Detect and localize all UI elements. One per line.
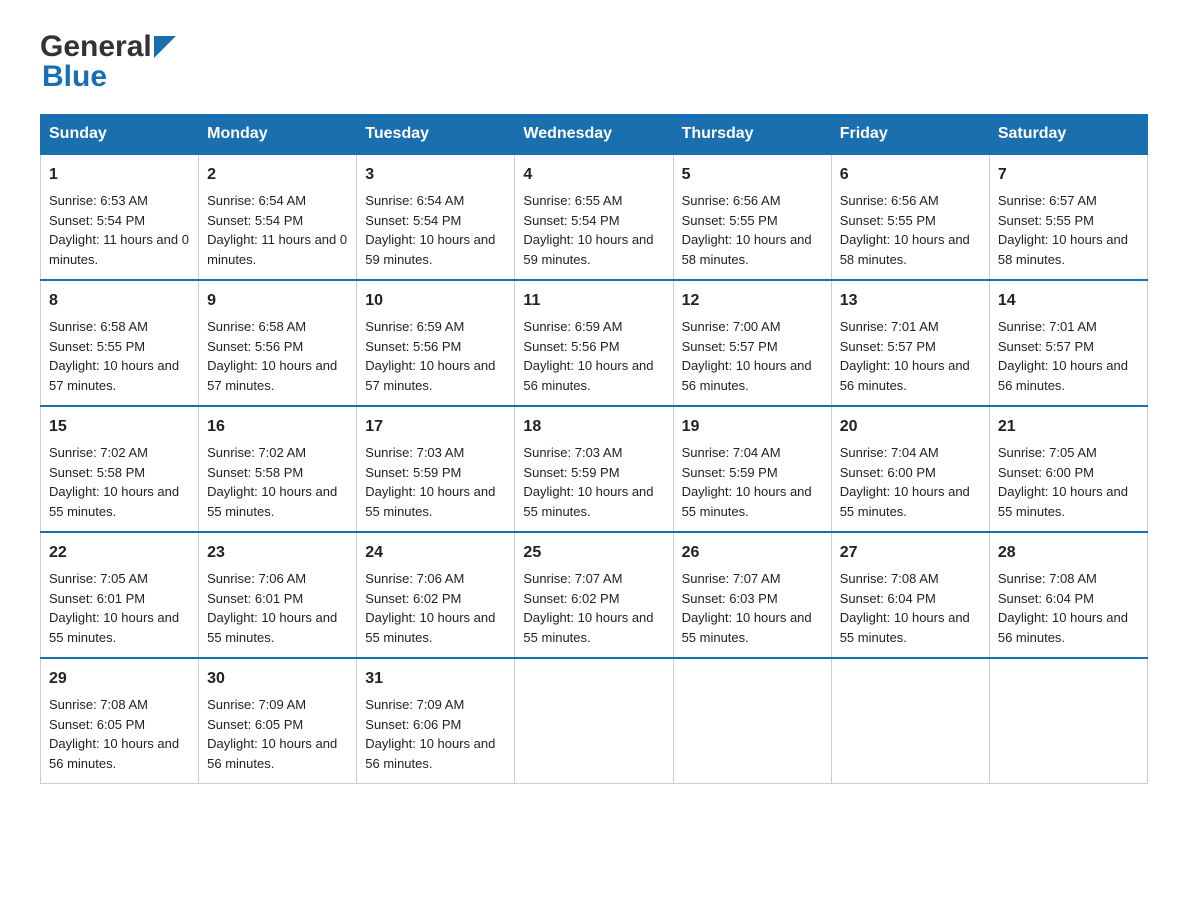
calendar-day-cell: 4Sunrise: 6:55 AMSunset: 5:54 PMDaylight…: [515, 154, 673, 280]
day-number: 29: [49, 667, 190, 691]
calendar-day-cell: 21Sunrise: 7:05 AMSunset: 6:00 PMDayligh…: [989, 406, 1147, 532]
col-header-saturday: Saturday: [989, 115, 1147, 155]
day-number: 7: [998, 163, 1139, 187]
empty-cell: [515, 658, 673, 784]
calendar-week-row: 22Sunrise: 7:05 AMSunset: 6:01 PMDayligh…: [41, 532, 1148, 658]
col-header-thursday: Thursday: [673, 115, 831, 155]
day-number: 6: [840, 163, 981, 187]
day-number: 21: [998, 415, 1139, 439]
day-number: 27: [840, 541, 981, 565]
page-header: General Blue: [40, 30, 1148, 94]
col-header-wednesday: Wednesday: [515, 115, 673, 155]
empty-cell: [673, 658, 831, 784]
day-number: 12: [682, 289, 823, 313]
calendar-day-cell: 10Sunrise: 6:59 AMSunset: 5:56 PMDayligh…: [357, 280, 515, 406]
calendar-day-cell: 8Sunrise: 6:58 AMSunset: 5:55 PMDaylight…: [41, 280, 199, 406]
col-header-monday: Monday: [199, 115, 357, 155]
calendar-day-cell: 30Sunrise: 7:09 AMSunset: 6:05 PMDayligh…: [199, 658, 357, 784]
calendar-week-row: 8Sunrise: 6:58 AMSunset: 5:55 PMDaylight…: [41, 280, 1148, 406]
day-number: 9: [207, 289, 348, 313]
calendar-day-cell: 24Sunrise: 7:06 AMSunset: 6:02 PMDayligh…: [357, 532, 515, 658]
day-number: 26: [682, 541, 823, 565]
calendar-table: SundayMondayTuesdayWednesdayThursdayFrid…: [40, 114, 1148, 784]
calendar-day-cell: 15Sunrise: 7:02 AMSunset: 5:58 PMDayligh…: [41, 406, 199, 532]
day-number: 19: [682, 415, 823, 439]
calendar-week-row: 1Sunrise: 6:53 AMSunset: 5:54 PMDaylight…: [41, 154, 1148, 280]
calendar-day-cell: 16Sunrise: 7:02 AMSunset: 5:58 PMDayligh…: [199, 406, 357, 532]
col-header-sunday: Sunday: [41, 115, 199, 155]
calendar-week-row: 29Sunrise: 7:08 AMSunset: 6:05 PMDayligh…: [41, 658, 1148, 784]
calendar-day-cell: 14Sunrise: 7:01 AMSunset: 5:57 PMDayligh…: [989, 280, 1147, 406]
day-number: 30: [207, 667, 348, 691]
calendar-day-cell: 28Sunrise: 7:08 AMSunset: 6:04 PMDayligh…: [989, 532, 1147, 658]
calendar-day-cell: 3Sunrise: 6:54 AMSunset: 5:54 PMDaylight…: [357, 154, 515, 280]
day-number: 5: [682, 163, 823, 187]
day-number: 3: [365, 163, 506, 187]
calendar-day-cell: 7Sunrise: 6:57 AMSunset: 5:55 PMDaylight…: [989, 154, 1147, 280]
empty-cell: [831, 658, 989, 784]
day-number: 8: [49, 289, 190, 313]
calendar-day-cell: 27Sunrise: 7:08 AMSunset: 6:04 PMDayligh…: [831, 532, 989, 658]
calendar-day-cell: 5Sunrise: 6:56 AMSunset: 5:55 PMDaylight…: [673, 154, 831, 280]
calendar-day-cell: 12Sunrise: 7:00 AMSunset: 5:57 PMDayligh…: [673, 280, 831, 406]
logo-general: General: [40, 30, 152, 64]
day-number: 22: [49, 541, 190, 565]
day-number: 11: [523, 289, 664, 313]
logo: General Blue: [40, 30, 176, 94]
calendar-day-cell: 31Sunrise: 7:09 AMSunset: 6:06 PMDayligh…: [357, 658, 515, 784]
calendar-day-cell: 18Sunrise: 7:03 AMSunset: 5:59 PMDayligh…: [515, 406, 673, 532]
calendar-day-cell: 1Sunrise: 6:53 AMSunset: 5:54 PMDaylight…: [41, 154, 199, 280]
day-number: 1: [49, 163, 190, 187]
calendar-week-row: 15Sunrise: 7:02 AMSunset: 5:58 PMDayligh…: [41, 406, 1148, 532]
day-number: 15: [49, 415, 190, 439]
calendar-day-cell: 20Sunrise: 7:04 AMSunset: 6:00 PMDayligh…: [831, 406, 989, 532]
calendar-day-cell: 25Sunrise: 7:07 AMSunset: 6:02 PMDayligh…: [515, 532, 673, 658]
day-number: 14: [998, 289, 1139, 313]
calendar-day-cell: 2Sunrise: 6:54 AMSunset: 5:54 PMDaylight…: [199, 154, 357, 280]
calendar-day-cell: 26Sunrise: 7:07 AMSunset: 6:03 PMDayligh…: [673, 532, 831, 658]
calendar-header-row: SundayMondayTuesdayWednesdayThursdayFrid…: [41, 115, 1148, 155]
logo-triangle-icon: [154, 36, 176, 58]
day-number: 31: [365, 667, 506, 691]
day-number: 28: [998, 541, 1139, 565]
calendar-day-cell: 11Sunrise: 6:59 AMSunset: 5:56 PMDayligh…: [515, 280, 673, 406]
calendar-day-cell: 6Sunrise: 6:56 AMSunset: 5:55 PMDaylight…: [831, 154, 989, 280]
col-header-tuesday: Tuesday: [357, 115, 515, 155]
day-number: 4: [523, 163, 664, 187]
col-header-friday: Friday: [831, 115, 989, 155]
calendar-day-cell: 19Sunrise: 7:04 AMSunset: 5:59 PMDayligh…: [673, 406, 831, 532]
calendar-day-cell: 9Sunrise: 6:58 AMSunset: 5:56 PMDaylight…: [199, 280, 357, 406]
logo-blue: Blue: [40, 60, 107, 94]
day-number: 2: [207, 163, 348, 187]
day-number: 25: [523, 541, 664, 565]
calendar-day-cell: 13Sunrise: 7:01 AMSunset: 5:57 PMDayligh…: [831, 280, 989, 406]
calendar-day-cell: 23Sunrise: 7:06 AMSunset: 6:01 PMDayligh…: [199, 532, 357, 658]
day-number: 17: [365, 415, 506, 439]
day-number: 13: [840, 289, 981, 313]
day-number: 16: [207, 415, 348, 439]
calendar-day-cell: 29Sunrise: 7:08 AMSunset: 6:05 PMDayligh…: [41, 658, 199, 784]
empty-cell: [989, 658, 1147, 784]
calendar-day-cell: 22Sunrise: 7:05 AMSunset: 6:01 PMDayligh…: [41, 532, 199, 658]
day-number: 20: [840, 415, 981, 439]
day-number: 10: [365, 289, 506, 313]
day-number: 24: [365, 541, 506, 565]
calendar-day-cell: 17Sunrise: 7:03 AMSunset: 5:59 PMDayligh…: [357, 406, 515, 532]
day-number: 23: [207, 541, 348, 565]
day-number: 18: [523, 415, 664, 439]
